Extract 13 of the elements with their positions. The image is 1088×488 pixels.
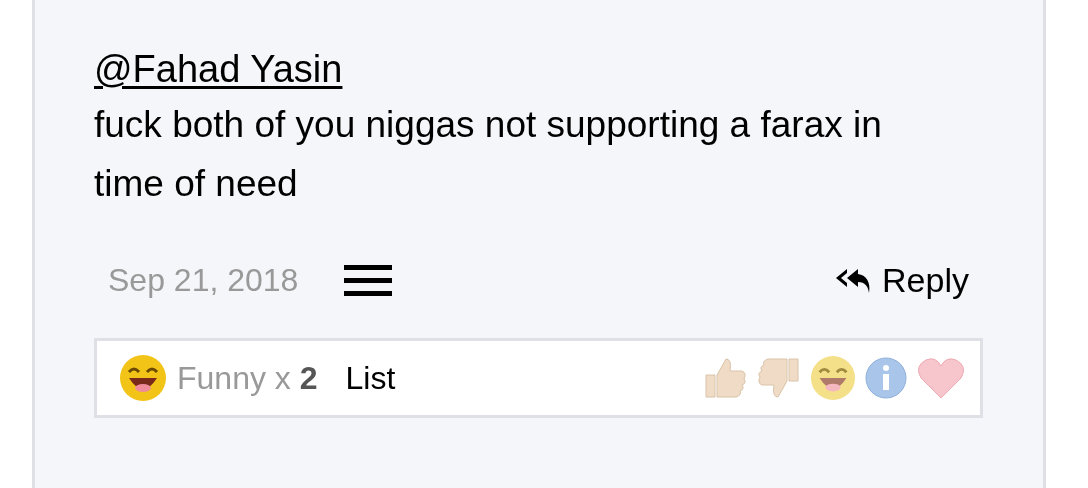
reply-button[interactable]: Reply <box>834 261 969 300</box>
thumbs-down-icon[interactable] <box>756 355 802 401</box>
menu-icon[interactable] <box>344 262 395 299</box>
mention-link[interactable]: @Fahad Yasin <box>94 48 343 91</box>
info-icon[interactable] <box>864 356 908 400</box>
reaction-summary: Funny x 2 <box>177 359 318 397</box>
list-link[interactable]: List <box>345 359 396 397</box>
post-date: Sep 21, 2018 <box>108 262 299 299</box>
post-text: fuck both of you niggas not supporting a farax in time of need <box>94 103 883 206</box>
heart-icon[interactable] <box>916 356 966 400</box>
laughing-emoji-icon <box>119 354 167 402</box>
laughing-emoji-icon[interactable] <box>810 355 856 401</box>
thumbs-up-icon[interactable] <box>702 355 748 401</box>
